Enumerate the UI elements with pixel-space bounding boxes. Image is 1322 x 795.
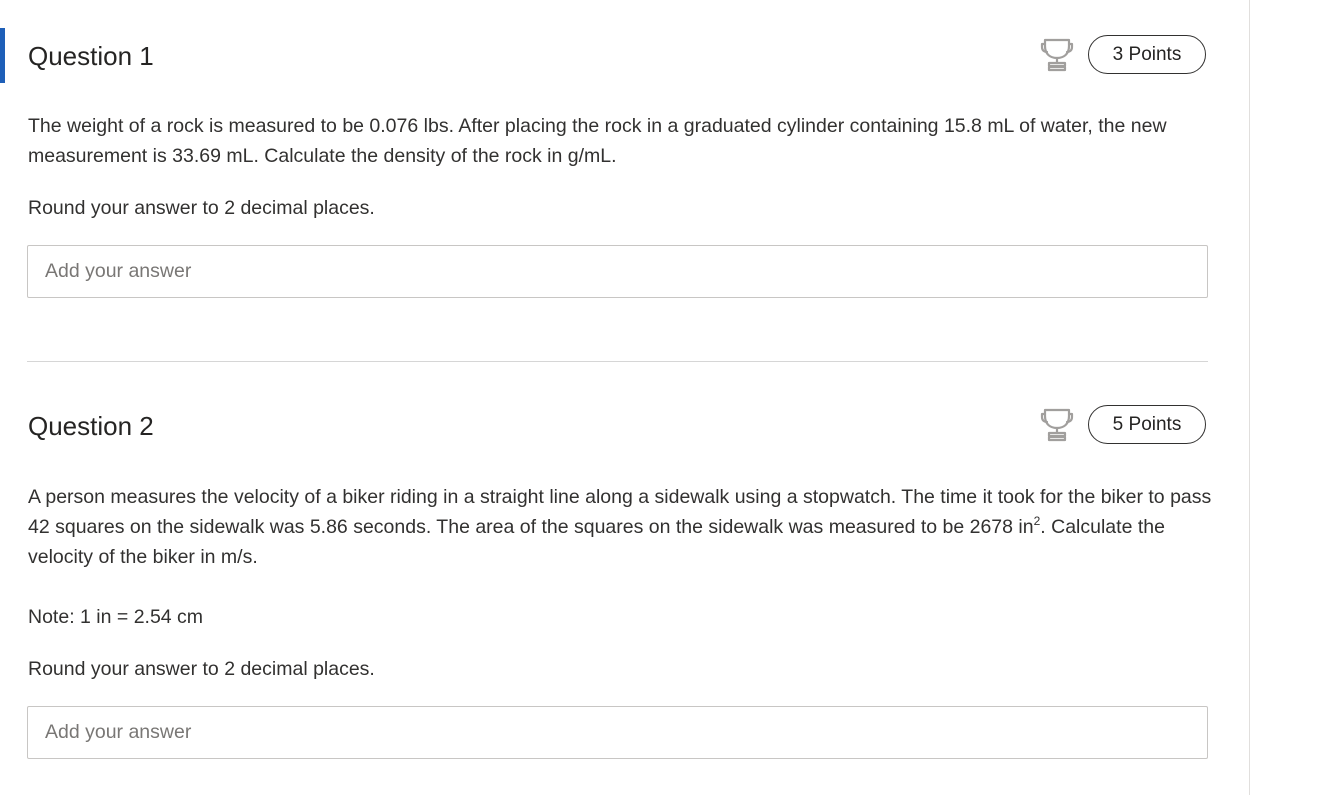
quiz-page: Question 1 3 Points The weight of a rock… (0, 0, 1322, 795)
answer-input[interactable] (28, 246, 1207, 297)
conversion-note: Note: 1 in = 2.54 cm (28, 606, 204, 628)
points-badge[interactable]: 3 Points (1088, 35, 1206, 74)
trophy-icon (1039, 406, 1075, 442)
rounding-instruction: Round your answer to 2 decimal places. (28, 658, 375, 680)
question-title: Question 1 (28, 41, 154, 71)
rounding-instruction: Round your answer to 2 decimal places. (28, 197, 375, 219)
trophy-icon (1039, 36, 1075, 72)
question-divider (27, 361, 1208, 362)
answer-field[interactable] (27, 245, 1208, 298)
answer-input[interactable] (28, 707, 1207, 758)
question-text: The weight of a rock is measured to be 0… (28, 115, 1167, 167)
question-title: Question 2 (28, 411, 154, 441)
right-panel-border (1249, 0, 1250, 795)
points-badge[interactable]: 5 Points (1088, 405, 1206, 444)
question-text: A person measures the velocity of a bike… (28, 482, 1213, 572)
active-question-indicator (0, 28, 5, 83)
answer-field[interactable] (27, 706, 1208, 759)
question-text-main: A person measures the velocity of a bike… (28, 486, 1212, 538)
